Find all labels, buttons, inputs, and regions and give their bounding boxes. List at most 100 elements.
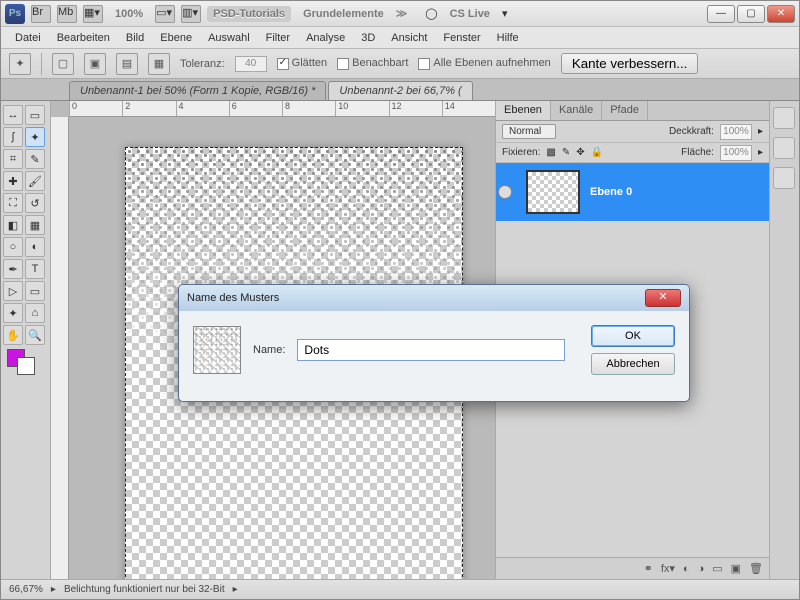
status-bar: 66,67% ▸ Belichtung funktioniert nur bei…	[1, 579, 799, 599]
mb-icon[interactable]: Mb	[57, 5, 77, 23]
group-icon[interactable]: ▭	[712, 562, 722, 575]
fill-label: Fläche:	[681, 147, 714, 158]
eyedropper-tool[interactable]: ✎	[25, 149, 45, 169]
dodge-tool[interactable]: ◐	[25, 237, 45, 257]
zoom-tool[interactable]: 🔍	[25, 325, 45, 345]
minimize-button[interactable]: —	[707, 5, 735, 23]
mask-icon[interactable]: ◐	[683, 563, 690, 575]
intersect-selection-icon[interactable]: ▦	[148, 53, 170, 75]
blend-mode-combo[interactable]: Normal	[502, 124, 556, 139]
menu-fenster[interactable]: Fenster	[435, 29, 488, 47]
gradient-tool[interactable]: ▦	[25, 215, 45, 235]
bridge-icon[interactable]: Br	[31, 5, 51, 23]
status-zoom[interactable]: 66,67%	[9, 584, 43, 595]
adjacent-checkbox[interactable]: Benachbart	[337, 57, 408, 69]
new-selection-icon[interactable]: ▢	[52, 53, 74, 75]
fill-input[interactable]: 100%	[720, 145, 752, 161]
tolerance-input[interactable]: 40	[235, 56, 267, 72]
workspace-2[interactable]: Grundelemente	[297, 6, 390, 22]
3d-tool[interactable]: ✦	[3, 303, 23, 323]
trash-icon[interactable]: 🗑	[749, 562, 763, 575]
menu-ebene[interactable]: Ebene	[152, 29, 200, 47]
layer-thumbnail[interactable]	[526, 170, 580, 214]
history-brush-tool[interactable]: ↺	[25, 193, 45, 213]
all-layers-checkbox[interactable]: Alle Ebenen aufnehmen	[418, 57, 550, 69]
menu-bearbeiten[interactable]: Bearbeiten	[49, 29, 118, 47]
workspace-1[interactable]: PSD-Tutorials	[207, 6, 291, 22]
menu-3d[interactable]: 3D	[353, 29, 383, 47]
camera-tool[interactable]: ⌂	[25, 303, 45, 323]
opacity-input[interactable]: 100%	[720, 124, 752, 140]
menu-auswahl[interactable]: Auswahl	[200, 29, 258, 47]
lock-all-icon[interactable]: 🔒	[591, 147, 603, 158]
stamp-tool[interactable]: ⛶	[3, 193, 23, 213]
panel-tab-kanaele[interactable]: Kanäle	[551, 101, 602, 120]
doc-tab-1[interactable]: Unbenannt-1 bei 50% (Form 1 Kopie, RGB/1…	[69, 81, 326, 100]
zoom-indicator[interactable]: 100%	[109, 6, 149, 22]
dialog-thumbnail	[193, 326, 241, 374]
tool-palette: ↔▭ ʃ✦ ⌗✎ ✚🖌 ⛶↺ ◧▦ ○◐ ✒T ▷▭ ✦⌂ ✋🔍	[1, 101, 51, 579]
doc-tab-2[interactable]: Unbenannt-2 bei 66,7% (	[328, 81, 472, 100]
maximize-button[interactable]: ▢	[737, 5, 765, 23]
lasso-tool[interactable]: ʃ	[3, 127, 23, 147]
screen-mode-icon[interactable]: ▭▾	[155, 5, 175, 23]
dialog-cancel-button[interactable]: Abbrechen	[591, 353, 675, 375]
tolerance-label: Toleranz:	[180, 58, 225, 70]
menu-datei[interactable]: Datei	[7, 29, 49, 47]
dialog-name-input[interactable]	[297, 339, 565, 361]
subtract-selection-icon[interactable]: ▤	[116, 53, 138, 75]
lock-position-icon[interactable]: ✥	[576, 147, 584, 158]
brush-tool[interactable]: 🖌	[25, 171, 45, 191]
panel-tab-ebenen[interactable]: Ebenen	[496, 101, 551, 120]
background-swatch[interactable]	[17, 357, 35, 375]
refine-edge-button[interactable]: Kante verbessern...	[561, 53, 699, 74]
pattern-name-dialog: Name des Musters ✕ Name: OK Abbrechen	[178, 284, 690, 402]
lock-transparency-icon[interactable]: ▩	[546, 147, 555, 158]
crop-tool[interactable]: ⌗	[3, 149, 23, 169]
cs-live[interactable]: CS Live	[444, 6, 496, 22]
document-tabs: Unbenannt-1 bei 50% (Form 1 Kopie, RGB/1…	[1, 79, 799, 101]
dialog-title: Name des Musters	[187, 292, 279, 304]
eraser-tool[interactable]: ◧	[3, 215, 23, 235]
shape-tool[interactable]: ▭	[25, 281, 45, 301]
type-tool[interactable]: T	[25, 259, 45, 279]
more-icon[interactable]: ≫	[396, 7, 408, 20]
lock-pixels-icon[interactable]: ✎	[562, 147, 570, 158]
blur-tool[interactable]: ○	[3, 237, 23, 257]
new-layer-icon[interactable]: ▣	[731, 562, 741, 575]
ruler-horizontal: 02468101214	[69, 101, 495, 117]
close-button[interactable]: ✕	[767, 5, 795, 23]
visibility-icon[interactable]	[498, 185, 512, 199]
layer-row[interactable]: Ebene 0	[496, 163, 769, 221]
magic-wand-icon[interactable]: ✦	[9, 53, 31, 75]
menu-bild[interactable]: Bild	[118, 29, 152, 47]
menu-bar: Datei Bearbeiten Bild Ebene Auswahl Filt…	[1, 27, 799, 49]
smooth-checkbox[interactable]: Glätten	[277, 57, 327, 69]
path-select-tool[interactable]: ▷	[3, 281, 23, 301]
add-selection-icon[interactable]: ▣	[84, 53, 106, 75]
fx-icon[interactable]: fx▾	[661, 562, 675, 575]
link-icon[interactable]: ⚭	[644, 562, 653, 575]
extras-icon[interactable]: ▥▾	[181, 5, 201, 23]
panel-tab-pfade[interactable]: Pfade	[602, 101, 648, 120]
opacity-label: Deckkraft:	[669, 126, 714, 137]
move-tool[interactable]: ↔	[3, 105, 23, 125]
dialog-ok-button[interactable]: OK	[591, 325, 675, 347]
menu-filter[interactable]: Filter	[258, 29, 298, 47]
hand-tool[interactable]: ✋	[3, 325, 23, 345]
menu-ansicht[interactable]: Ansicht	[383, 29, 435, 47]
side-tab-1[interactable]	[773, 107, 795, 129]
ruler-vertical	[51, 117, 69, 579]
side-tab-3[interactable]	[773, 167, 795, 189]
arrange-icon[interactable]: ▦▾	[83, 5, 103, 23]
menu-hilfe[interactable]: Hilfe	[489, 29, 527, 47]
menu-analyse[interactable]: Analyse	[298, 29, 353, 47]
pen-tool[interactable]: ✒	[3, 259, 23, 279]
marquee-tool[interactable]: ▭	[25, 105, 45, 125]
adjustment-icon[interactable]: ◑	[698, 563, 705, 575]
dialog-close-button[interactable]: ✕	[645, 289, 681, 307]
heal-tool[interactable]: ✚	[3, 171, 23, 191]
magic-wand-tool[interactable]: ✦	[25, 127, 45, 147]
side-tab-2[interactable]	[773, 137, 795, 159]
status-message: Belichtung funktioniert nur bei 32-Bit	[64, 584, 225, 595]
